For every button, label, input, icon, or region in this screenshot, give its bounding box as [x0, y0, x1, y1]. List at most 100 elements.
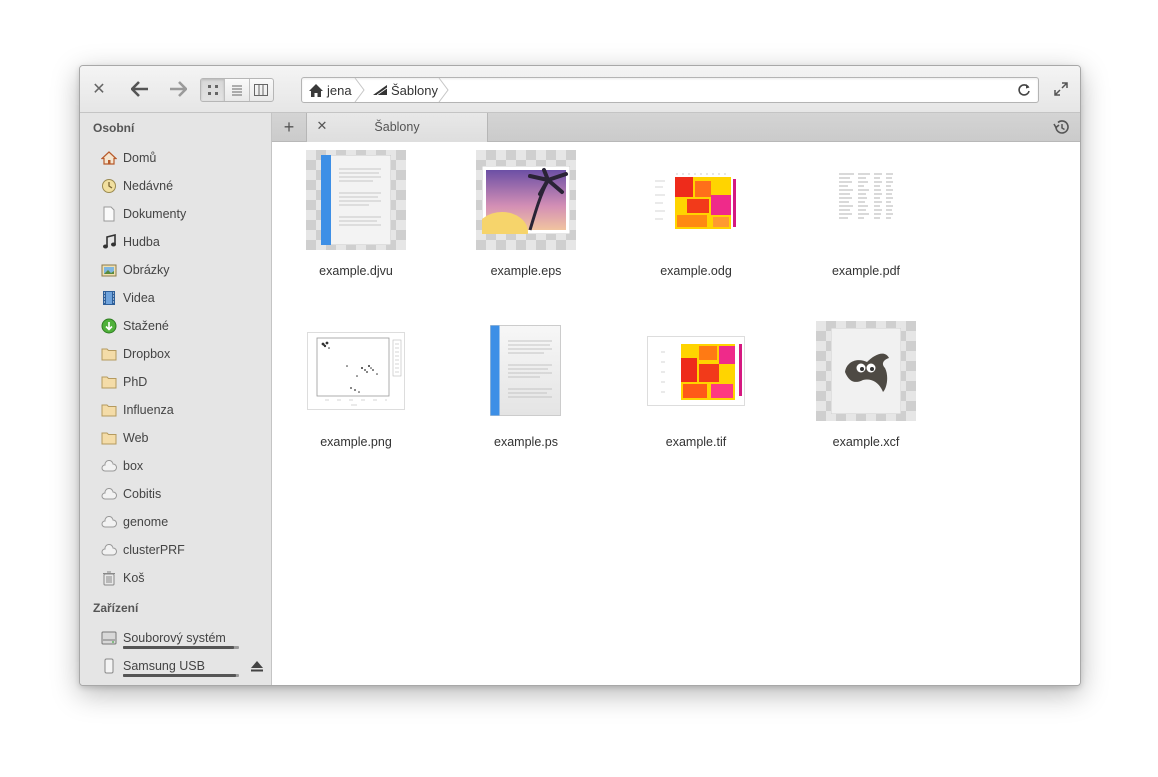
column-view-button[interactable] [250, 79, 273, 101]
sidebar-item-genome[interactable]: genome [101, 511, 266, 533]
file-name: example.png [320, 435, 392, 449]
sidebar-item-downloads[interactable]: Stažené [101, 315, 266, 337]
download-icon [101, 318, 117, 334]
close-window-button[interactable]: ✕ [88, 78, 110, 100]
sidebar: Osobní Domů Nedávné Dokumenty Hudba Obrá… [80, 113, 272, 685]
sidebar-heading-personal: Osobní [93, 121, 135, 135]
breadcrumb-label: Šablony [391, 82, 438, 98]
tab-label: Šablony [374, 120, 420, 134]
closed-tabs-history-button[interactable] [1052, 118, 1070, 136]
file-item[interactable]: example.tif [621, 321, 771, 461]
folder-icon [101, 374, 117, 390]
close-icon: ✕ [92, 81, 106, 98]
file-item[interactable]: example.odg [621, 150, 771, 290]
reload-icon [1018, 84, 1030, 96]
reload-button[interactable] [1014, 80, 1034, 100]
icon-view-button[interactable] [201, 79, 226, 101]
plus-icon: + [283, 116, 295, 137]
sidebar-item-cobitis[interactable]: Cobitis [101, 483, 266, 505]
home-icon [309, 83, 323, 97]
sidebar-item-videos[interactable]: Videa [101, 287, 266, 309]
tab-bar: + ✕ Šablony [272, 113, 1080, 142]
history-icon [1053, 120, 1069, 134]
sidebar-item-label: Nedávné [123, 179, 174, 193]
sidebar-item-label: Hudba [123, 235, 160, 249]
file-name: example.djvu [319, 264, 393, 278]
breadcrumb-home[interactable]: jena [308, 78, 352, 102]
scatterplot-thumbnail [306, 321, 406, 421]
sidebar-item-influenza[interactable]: Influenza [101, 399, 266, 421]
file-item[interactable]: example.djvu [281, 150, 431, 290]
breadcrumb-label: jena [327, 82, 352, 98]
sidebar-item-label: box [123, 459, 144, 473]
sidebar-item-label: Dokumenty [123, 207, 187, 221]
new-tab-button[interactable]: + [272, 113, 307, 141]
sidebar-item-label: Cobitis [123, 487, 162, 501]
sidebar-item-label: Stažené [123, 319, 169, 333]
templates-icon [373, 85, 388, 96]
file-name: example.odg [660, 264, 732, 278]
document-thumbnail [476, 321, 576, 421]
home-icon [101, 150, 117, 166]
breadcrumb-separator [438, 78, 449, 102]
sidebar-item-documents[interactable]: Dokumenty [101, 203, 266, 225]
image-thumbnail [476, 150, 576, 250]
sidebar-item-label: Influenza [123, 403, 174, 417]
sidebar-item-dropbox[interactable]: Dropbox [101, 343, 266, 365]
forward-button[interactable] [166, 78, 190, 100]
file-name: example.ps [494, 435, 558, 449]
columns-icon [254, 84, 269, 96]
sidebar-item-label: Web [123, 431, 149, 445]
sidebar-item-clusterprf[interactable]: clusterPRF [101, 539, 266, 561]
file-name: example.pdf [831, 264, 901, 278]
sidebar-item-home[interactable]: Domů [101, 147, 266, 169]
view-mode-switcher [200, 78, 274, 102]
sidebar-item-label: PhD [123, 375, 148, 389]
sidebar-item-pictures[interactable]: Obrázky [101, 259, 266, 281]
sidebar-item-web[interactable]: Web [101, 427, 266, 449]
sidebar-item-music[interactable]: Hudba [101, 231, 266, 253]
usb-drive-icon [101, 658, 117, 674]
list-icon [231, 85, 242, 96]
file-item[interactable]: example.ps [451, 321, 601, 461]
sidebar-item-phd[interactable]: PhD [101, 371, 266, 393]
maximize-button[interactable] [1050, 78, 1072, 100]
disk-usage-fill [123, 674, 236, 677]
expand-icon [1054, 82, 1068, 96]
pdf-thumbnail [816, 150, 916, 250]
breadcrumb-templates[interactable]: Šablony [372, 78, 438, 102]
harddisk-icon [101, 630, 117, 646]
sidebar-item-label: Souborový systém [123, 631, 226, 645]
disk-usage-fill [123, 646, 235, 649]
sidebar-item-label: Videa [123, 291, 155, 305]
file-item[interactable]: example.pdf [791, 150, 941, 290]
list-view-button[interactable] [225, 79, 250, 101]
arrow-right-icon [170, 81, 187, 97]
cloud-icon [101, 486, 117, 502]
sidebar-item-recent[interactable]: Nedávné [101, 175, 266, 197]
sidebar-item-label: clusterPRF [123, 543, 185, 557]
sidebar-item-trash[interactable]: Koš [101, 567, 266, 589]
sidebar-item-label: Koš [123, 571, 145, 585]
document-thumbnail [306, 150, 406, 250]
eject-button[interactable] [250, 659, 264, 673]
sidebar-item-label: Domů [123, 151, 157, 165]
document-icon [101, 206, 117, 222]
gimp-thumbnail [816, 321, 916, 421]
location-bar[interactable]: jena Šablony [301, 77, 1039, 103]
file-item[interactable]: example.xcf [791, 321, 941, 461]
sidebar-item-label: Obrázky [123, 263, 170, 277]
cloud-icon [101, 542, 117, 558]
recent-icon [101, 178, 117, 194]
sidebar-item-box[interactable]: box [101, 455, 266, 477]
sidebar-heading-devices: Zařízení [93, 601, 139, 615]
file-item[interactable]: example.png [281, 321, 431, 461]
sidebar-item-label: genome [123, 515, 169, 529]
back-button[interactable] [128, 78, 152, 100]
file-item[interactable]: example.eps [451, 150, 601, 290]
tab-templates[interactable]: ✕ Šablony [307, 113, 488, 142]
folder-icon [101, 346, 117, 362]
file-name: example.eps [490, 264, 562, 278]
disk-usage-bar [123, 674, 239, 677]
eject-icon [251, 661, 263, 672]
